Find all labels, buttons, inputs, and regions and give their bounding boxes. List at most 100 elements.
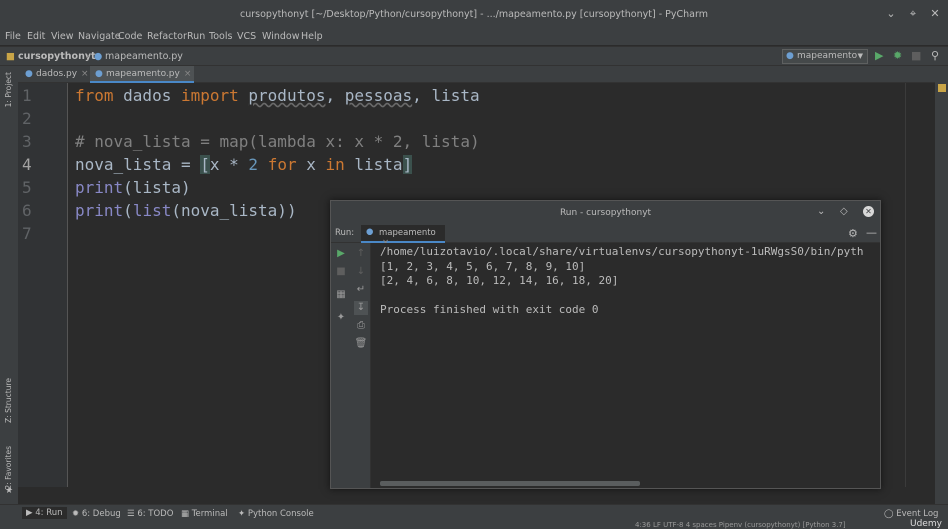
run-config-select[interactable]: ● mapeamento ▼ (782, 49, 868, 64)
breadcrumb-project[interactable]: cursopythonyt (18, 51, 96, 62)
project-tool-button[interactable]: 1: Project (4, 72, 13, 107)
layout-icon[interactable]: ▦ (334, 288, 348, 302)
run-icon[interactable]: ▶ (875, 49, 883, 62)
run-label: Run: (335, 228, 355, 238)
gear-icon[interactable]: ⚙ (848, 227, 858, 240)
console-line: [1, 2, 3, 4, 5, 6, 7, 8, 9, 10] (380, 260, 586, 273)
chevron-down-icon[interactable]: ⌄ (817, 206, 825, 217)
tab-label: dados.py (36, 69, 78, 79)
window-title: cursopythonyt [~/Desktop/Python/cursopyt… (240, 9, 708, 20)
menu-window[interactable]: Window (262, 31, 299, 42)
close-icon[interactable]: ✕ (863, 206, 874, 217)
menu-code[interactable]: Code (118, 31, 142, 42)
menu-run[interactable]: Run (187, 31, 205, 42)
menu-view[interactable]: View (51, 31, 74, 42)
restore-button[interactable]: ⌖ (905, 6, 921, 22)
terminal-tool-button[interactable]: ▦ Terminal (181, 509, 228, 519)
python-config-icon: ● (786, 51, 794, 61)
run-toolbar-left: ▶ ■ ▦ ✦ (331, 243, 351, 488)
warning-marker-icon[interactable] (938, 84, 946, 92)
breadcrumb-file[interactable]: mapeamento.py (105, 51, 183, 62)
console-line: [2, 4, 6, 8, 10, 12, 14, 16, 18, 20] (380, 274, 619, 287)
line-number-current: 4 (22, 155, 32, 174)
run-tab-label: mapeamento (379, 228, 436, 238)
hide-icon[interactable]: — (866, 226, 877, 239)
line-number: 2 (22, 109, 32, 128)
chevron-down-icon: ▼ (857, 52, 863, 60)
title-bar: cursopythonyt [~/Desktop/Python/cursopyt… (0, 0, 948, 30)
line-number: 6 (22, 201, 32, 220)
menu-tools[interactable]: Tools (209, 31, 232, 42)
structure-tool-button[interactable]: Z: Structure (4, 378, 13, 423)
tab-label: mapeamento.py (106, 69, 180, 79)
close-window-button[interactable]: ✕ (927, 6, 943, 22)
debug-tool-button[interactable]: ✹ 6: Debug (72, 509, 121, 519)
tab-dados[interactable]: ● dados.py × (20, 66, 89, 83)
run-tab-mapeamento[interactable]: ● mapeamento × (361, 225, 445, 248)
horizontal-scrollbar[interactable] (380, 481, 640, 486)
run-toolbar-right: ↑ ↓ ↵ ↧ ⎙ 🗑 (351, 243, 371, 488)
menu-file[interactable]: File (5, 31, 21, 42)
todo-tool-button[interactable]: ☰ 6: TODO (127, 509, 173, 519)
print-icon[interactable]: ⎙ (354, 319, 368, 333)
line-number: 7 (22, 224, 32, 243)
event-log-button[interactable]: ◯ Event Log (884, 509, 938, 519)
arrow-up-icon[interactable]: ↑ (354, 247, 368, 261)
menu-vcs[interactable]: VCS (237, 31, 256, 42)
menu-navigate[interactable]: Navigate (78, 31, 121, 42)
float-mode-icon[interactable]: ◇ (840, 206, 848, 217)
minimize-button[interactable]: ⌄ (883, 6, 899, 22)
line-number: 5 (22, 178, 32, 197)
python-console-tool-button[interactable]: ✦ Python Console (238, 509, 314, 519)
left-tool-strip: 1: Project Z: Structure 2: Favorites ★ (0, 66, 18, 504)
run-config-label: mapeamento (797, 51, 858, 61)
python-file-icon: ● (366, 227, 374, 237)
scroll-to-end-icon[interactable]: ↧ (354, 301, 368, 315)
menu-bar: File Edit View Navigate Code Refactor Ru… (0, 30, 948, 45)
status-text: 4:36 LF UTF-8 4 spaces Pipenv (cursopyth… (635, 521, 846, 529)
run-window-title: Run - cursopythonyt (559, 208, 652, 218)
soft-wrap-icon[interactable]: ↵ (354, 283, 368, 297)
code-line-4: nova_lista = [x * 2 for x in lista] (75, 155, 413, 174)
star-icon: ★ (5, 486, 14, 496)
editor-tabs: ● dados.py × ● mapeamento.py × (18, 66, 935, 83)
favorites-tool-button[interactable]: 2: Favorites (4, 446, 13, 490)
rerun-icon[interactable]: ▶ (334, 247, 348, 261)
right-margin-guide (905, 83, 906, 487)
console-output[interactable]: /home/luizotavio/.local/share/virtualenv… (372, 243, 880, 488)
console-line: /home/luizotavio/.local/share/virtualenv… (380, 245, 864, 258)
line-number: 3 (22, 132, 32, 151)
breadcrumb-separator: › (86, 51, 90, 62)
run-tool-button[interactable]: ▶ 4: Run (22, 507, 67, 519)
code-line-3: # nova_lista = map(lambda x: x * 2, list… (75, 132, 480, 151)
navigation-bar: ■ cursopythonyt › ● mapeamento.py ● mape… (0, 46, 948, 66)
pin-icon[interactable]: ✦ (334, 311, 348, 325)
list-icon: ☰ (127, 509, 138, 519)
run-tool-window: Run - cursopythonyt ⌄ ◇ ✕ Run: ● mapeame… (330, 200, 881, 489)
stop-icon[interactable]: ■ (334, 265, 348, 279)
right-tool-strip (935, 66, 948, 504)
python-icon: ✦ (238, 509, 248, 519)
menu-help[interactable]: Help (301, 31, 323, 42)
event-log-icon: ◯ (884, 509, 897, 519)
line-number: 1 (22, 86, 32, 105)
menu-refactor[interactable]: Refactor (147, 31, 187, 42)
status-bar: 4:36 LF UTF-8 4 spaces Pipenv (cursopyth… (0, 519, 948, 529)
run-tabs: Run: ● mapeamento × ⚙ — (331, 225, 880, 248)
folder-icon: ■ (6, 51, 15, 62)
arrow-down-icon[interactable]: ↓ (354, 265, 368, 279)
stop-icon[interactable]: ■ (911, 49, 921, 62)
close-icon[interactable]: × (81, 69, 89, 79)
run-icon: ▶ (26, 508, 36, 518)
code-line-6: print(list(nova_lista)) (75, 201, 297, 220)
debug-icon[interactable]: ✹ (893, 49, 902, 62)
console-line: Process finished with exit code 0 (380, 303, 599, 316)
search-icon[interactable]: ⚲ (931, 49, 939, 62)
tab-mapeamento[interactable]: ● mapeamento.py × (90, 66, 194, 83)
python-file-icon: ● (25, 69, 33, 79)
code-line-1: from dados import produtos, pessoas, lis… (75, 86, 480, 105)
trash-icon[interactable]: 🗑 (354, 337, 368, 351)
terminal-icon: ▦ (181, 509, 192, 519)
menu-edit[interactable]: Edit (27, 31, 45, 42)
close-icon[interactable]: × (184, 69, 192, 79)
